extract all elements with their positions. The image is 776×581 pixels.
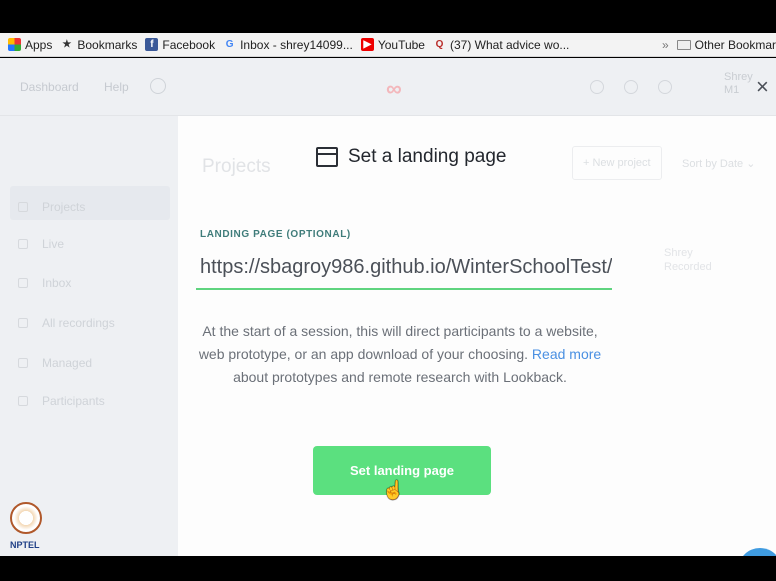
sidebar-item-label: All recordings	[42, 316, 115, 330]
chat-support-icon[interactable]	[738, 548, 776, 556]
nptel-label: NPTEL	[10, 540, 40, 550]
sort-by-dropdown: Sort by Date ⌄	[682, 157, 756, 170]
user-name: Shrey	[724, 71, 753, 83]
bookmark-quora[interactable]: Q (37) What advice wo...	[433, 37, 570, 52]
participants-icon	[18, 396, 28, 406]
nptel-watermark: NPTEL	[10, 502, 44, 556]
quora-icon: Q	[435, 39, 444, 50]
sidebar-item-participants[interactable]: Participants	[18, 394, 105, 408]
help-icon[interactable]	[150, 78, 166, 94]
background-user-card: Shrey Recorded	[664, 246, 712, 274]
bookmark-label: Facebook	[162, 37, 216, 52]
bookmarks-bar: Apps ★ Bookmarks f Facebook G Inbox - sh…	[0, 33, 776, 57]
sidebar-item-all-recordings[interactable]: All recordings	[18, 316, 115, 330]
modal-title: Set a landing page	[348, 146, 507, 167]
live-icon	[18, 239, 28, 249]
sidebar-item-managed[interactable]: Managed	[18, 356, 92, 370]
folder-icon	[676, 40, 691, 50]
sidebar-item-live[interactable]: Live	[18, 237, 64, 251]
managed-icon	[18, 358, 28, 368]
projects-icon	[18, 202, 28, 212]
sidebar-item-label: Live	[42, 237, 65, 251]
background-page-title: Projects	[202, 156, 271, 177]
inbox-icon	[18, 278, 28, 288]
bookmark-facebook[interactable]: f Facebook	[145, 38, 215, 52]
bookmark-inbox[interactable]: G Inbox - shrey14099...	[223, 38, 353, 52]
read-more-link[interactable]: Read more	[532, 346, 601, 362]
recordings-icon	[18, 318, 28, 328]
modal-header: Set a landing page	[316, 146, 506, 168]
bookmark-bookmarks[interactable]: ★ Bookmarks	[60, 38, 137, 52]
landing-page-url-input[interactable]	[196, 246, 612, 290]
nav-help[interactable]: Help	[104, 80, 129, 94]
facebook-icon: f	[145, 38, 159, 51]
nav-dashboard[interactable]: Dashboard	[20, 80, 79, 94]
bookmark-label: Apps	[25, 37, 53, 52]
nptel-logo-icon	[10, 502, 42, 534]
bookmarks-overflow-button[interactable]: »	[662, 38, 669, 52]
description-text-end: about prototypes and remote research wit…	[233, 369, 567, 385]
youtube-icon: ▶	[360, 38, 374, 51]
landing-page-label: LANDING PAGE (OPTIONAL)	[200, 229, 351, 240]
bookmark-label: (37) What advice wo...	[449, 37, 570, 52]
sidebar-item-inbox[interactable]: Inbox	[18, 276, 71, 290]
browser-window-icon	[316, 147, 338, 167]
sidebar-item-label: Managed	[42, 356, 93, 370]
sidebar: Projects Live Inbox All recordings Manag…	[0, 116, 178, 556]
video-top-letterbox	[0, 0, 776, 33]
other-bookmarks[interactable]: Other Bookmar	[695, 38, 776, 52]
star-icon: ★	[62, 39, 72, 50]
user-sub: M1	[724, 84, 740, 96]
user-icon[interactable]	[590, 80, 604, 94]
bookmark-youtube[interactable]: ▶ YouTube	[360, 37, 425, 52]
new-project-button: + New project	[572, 146, 662, 180]
user-menu[interactable]: Shrey M1	[724, 71, 753, 97]
apps-grid-icon	[8, 38, 21, 51]
user-card-role: Recorded	[664, 261, 712, 273]
bookmark-label: Bookmarks	[77, 37, 138, 52]
settings-icon[interactable]	[658, 80, 672, 94]
lookback-logo-icon: ∞	[386, 76, 402, 101]
bookmark-label: Inbox - shrey14099...	[240, 37, 353, 52]
bookmark-label: YouTube	[377, 37, 425, 52]
app-window: Dashboard Help ∞ Shrey M1 × Projects Liv…	[0, 58, 776, 556]
sidebar-item-projects[interactable]: Projects	[18, 200, 85, 214]
close-icon[interactable]: ×	[756, 76, 769, 98]
sidebar-item-label: Participants	[42, 394, 105, 408]
google-icon: G	[225, 39, 234, 50]
user-card-name: Shrey	[664, 247, 693, 259]
sidebar-item-label: Projects	[42, 200, 86, 214]
app-top-nav: Dashboard Help ∞ Shrey M1 ×	[0, 58, 776, 116]
bell-icon[interactable]	[624, 80, 638, 94]
sidebar-item-label: Inbox	[42, 276, 72, 290]
hand-cursor-icon: ☝	[382, 480, 405, 500]
modal-description: At the start of a session, this will dir…	[190, 320, 610, 389]
video-bottom-letterbox	[0, 556, 776, 581]
bookmark-apps[interactable]: Apps	[8, 38, 52, 52]
